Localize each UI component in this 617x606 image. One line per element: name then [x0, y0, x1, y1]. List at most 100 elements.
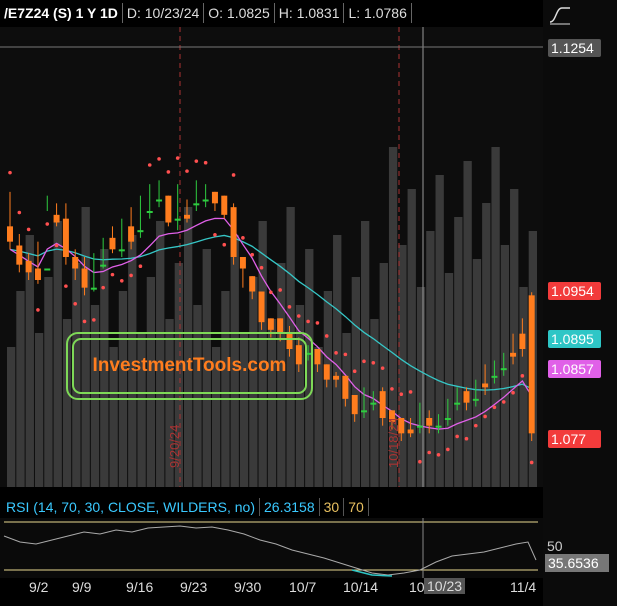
candle-body	[193, 203, 200, 206]
candle-body	[184, 214, 190, 219]
candle-body	[109, 237, 116, 250]
sar-dot	[17, 210, 22, 215]
candle-body	[370, 402, 377, 405]
candle-body	[146, 211, 153, 213]
candle-body	[202, 199, 209, 202]
volume-bar	[323, 291, 333, 487]
sar-dot	[455, 434, 459, 439]
candle-body	[342, 375, 349, 399]
candle-body	[90, 287, 97, 290]
sar-dot	[492, 405, 497, 410]
rsi-axis-50: 50	[547, 538, 563, 554]
candle-body	[454, 402, 461, 405]
volume-bar	[7, 347, 16, 487]
candle-body	[500, 368, 507, 371]
volume-bar	[25, 235, 34, 487]
volume-bar	[416, 287, 426, 487]
candle-body	[62, 218, 69, 257]
candle-body	[211, 191, 218, 204]
sar-dot	[259, 265, 264, 270]
candle-body	[416, 425, 423, 428]
watermark-logo: InvestmentTools.com	[66, 332, 313, 400]
sar-dot	[92, 318, 96, 322]
candle-body	[53, 214, 60, 223]
sar-dot	[315, 321, 320, 325]
volume-bar	[342, 333, 351, 487]
candle-body	[407, 429, 414, 434]
volume-bar	[16, 291, 25, 487]
candle-body	[519, 333, 526, 349]
candle-body	[323, 364, 330, 380]
sar-dot	[110, 272, 115, 277]
sar-dot	[101, 285, 105, 290]
symbol-label[interactable]: /E7Z24 (S) 1 Y 1D	[0, 3, 123, 23]
volume-bar	[426, 231, 435, 487]
sar-dot	[427, 450, 432, 455]
volume-bar	[435, 175, 444, 487]
rsi-panel[interactable]	[0, 518, 543, 578]
sar-dot	[129, 273, 133, 278]
sar-dot	[371, 361, 376, 365]
volume-bar	[510, 189, 519, 487]
candle-body	[351, 395, 358, 415]
price-axis[interactable]	[543, 0, 617, 606]
volume-bar	[482, 203, 491, 487]
rsi-current-label: 35.6536	[545, 554, 609, 572]
sar-dot	[213, 232, 217, 237]
high-readout: H: 1.0831	[275, 3, 345, 23]
candle-body	[435, 425, 442, 428]
sar-dot	[418, 459, 422, 464]
price-label-ema: 1.0857	[548, 360, 601, 378]
sar-dot	[175, 156, 180, 160]
candle-body	[128, 226, 135, 242]
price-chart[interactable]	[0, 27, 543, 487]
low-readout: L: 1.0786	[344, 3, 412, 23]
chart-style-icon[interactable]	[548, 4, 572, 26]
sar-dot	[269, 290, 273, 295]
candle-body	[16, 245, 23, 265]
sar-dot	[446, 447, 450, 452]
sar-dot	[464, 436, 469, 441]
xaxis-label-5: 9/30	[234, 579, 262, 595]
candle-body	[25, 260, 32, 273]
marker-label-oct: 10/18/24	[386, 417, 401, 468]
candle-body	[44, 268, 51, 271]
sar-dot	[241, 236, 245, 240]
rsi-overbought: 70	[344, 498, 369, 516]
sar-dot	[501, 400, 506, 404]
sar-dot	[399, 392, 404, 397]
candle-body	[34, 268, 41, 280]
sar-dot	[36, 308, 40, 312]
candle-body	[137, 230, 144, 233]
sar-dot	[250, 252, 255, 257]
sar-dot	[166, 170, 171, 174]
candle-body	[100, 264, 107, 267]
candle-body	[72, 257, 79, 269]
sar-dot	[222, 242, 227, 247]
candle-body	[7, 226, 13, 242]
sar-dot	[231, 173, 236, 177]
candle-body	[174, 218, 181, 221]
candle-body	[426, 418, 433, 426]
sar-dot	[278, 288, 282, 292]
xaxis-label-2: 9/9	[72, 579, 92, 595]
candle-body	[463, 391, 470, 403]
candle-body	[156, 199, 163, 202]
sar-dot	[390, 387, 394, 391]
volume-bar	[444, 273, 454, 487]
candle-body	[482, 383, 489, 388]
sar-dot	[529, 460, 534, 465]
candle-body	[333, 375, 340, 380]
volume-bar	[333, 235, 342, 487]
xaxis-label-4: 9/23	[180, 579, 208, 595]
sar-dot	[82, 319, 87, 324]
volume-bar	[472, 259, 482, 487]
sar-dot	[362, 359, 366, 364]
logo-text: InvestmentTools.com	[72, 338, 307, 394]
sar-dot	[520, 374, 525, 378]
sar-dot	[8, 170, 12, 175]
price-label-sma: 1.0895	[548, 330, 601, 348]
open-readout: O: 1.0825	[204, 3, 275, 23]
sar-dot	[54, 243, 59, 248]
rsi-title[interactable]: RSI (14, 70, 30, CLOSE, WILDERS, no)	[2, 498, 260, 516]
